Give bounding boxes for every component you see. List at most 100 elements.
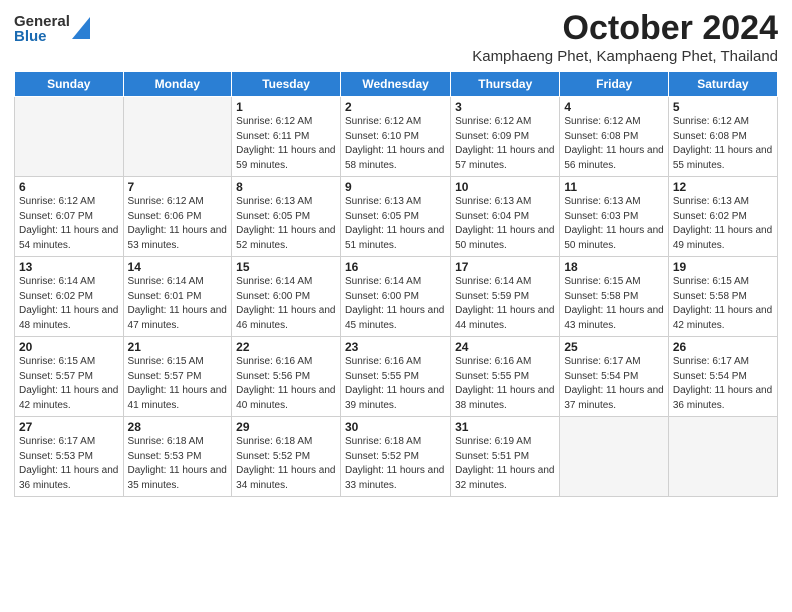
calendar-cell: 26Sunrise: 6:17 AMSunset: 5:54 PMDayligh… <box>668 337 777 417</box>
calendar-cell: 28Sunrise: 6:18 AMSunset: 5:53 PMDayligh… <box>123 417 232 497</box>
calendar-cell: 3Sunrise: 6:12 AMSunset: 6:09 PMDaylight… <box>451 97 560 177</box>
day-info: Sunrise: 6:15 AMSunset: 5:57 PMDaylight:… <box>19 355 119 413</box>
calendar-week-row-3: 13Sunrise: 6:14 AMSunset: 6:02 PMDayligh… <box>15 257 778 337</box>
col-monday: Monday <box>123 72 232 97</box>
day-info: Sunrise: 6:13 AMSunset: 6:02 PMDaylight:… <box>673 195 773 253</box>
calendar-cell: 24Sunrise: 6:16 AMSunset: 5:55 PMDayligh… <box>451 337 560 417</box>
day-info: Sunrise: 6:12 AMSunset: 6:11 PMDaylight:… <box>236 115 336 173</box>
col-tuesday: Tuesday <box>232 72 341 97</box>
calendar-cell: 22Sunrise: 6:16 AMSunset: 5:56 PMDayligh… <box>232 337 341 417</box>
day-number: 19 <box>673 260 773 274</box>
day-number: 16 <box>345 260 446 274</box>
day-info: Sunrise: 6:12 AMSunset: 6:08 PMDaylight:… <box>673 115 773 173</box>
logo-general: General <box>14 14 70 29</box>
calendar-cell: 7Sunrise: 6:12 AMSunset: 6:06 PMDaylight… <box>123 177 232 257</box>
day-number: 2 <box>345 100 446 114</box>
day-number: 5 <box>673 100 773 114</box>
day-number: 7 <box>128 180 228 194</box>
calendar-cell: 5Sunrise: 6:12 AMSunset: 6:08 PMDaylight… <box>668 97 777 177</box>
calendar-cell: 31Sunrise: 6:19 AMSunset: 5:51 PMDayligh… <box>451 417 560 497</box>
calendar-cell: 12Sunrise: 6:13 AMSunset: 6:02 PMDayligh… <box>668 177 777 257</box>
day-info: Sunrise: 6:18 AMSunset: 5:53 PMDaylight:… <box>128 435 228 493</box>
calendar-cell: 27Sunrise: 6:17 AMSunset: 5:53 PMDayligh… <box>15 417 124 497</box>
day-info: Sunrise: 6:14 AMSunset: 6:00 PMDaylight:… <box>236 275 336 333</box>
calendar-cell: 18Sunrise: 6:15 AMSunset: 5:58 PMDayligh… <box>560 257 668 337</box>
calendar-cell <box>560 417 668 497</box>
day-number: 15 <box>236 260 336 274</box>
day-info: Sunrise: 6:19 AMSunset: 5:51 PMDaylight:… <box>455 435 555 493</box>
col-thursday: Thursday <box>451 72 560 97</box>
calendar-cell: 14Sunrise: 6:14 AMSunset: 6:01 PMDayligh… <box>123 257 232 337</box>
calendar-cell: 1Sunrise: 6:12 AMSunset: 6:11 PMDaylight… <box>232 97 341 177</box>
day-info: Sunrise: 6:16 AMSunset: 5:55 PMDaylight:… <box>345 355 446 413</box>
day-number: 27 <box>19 420 119 434</box>
day-info: Sunrise: 6:14 AMSunset: 5:59 PMDaylight:… <box>455 275 555 333</box>
day-info: Sunrise: 6:14 AMSunset: 6:01 PMDaylight:… <box>128 275 228 333</box>
day-info: Sunrise: 6:15 AMSunset: 5:58 PMDaylight:… <box>564 275 663 333</box>
calendar-week-row-2: 6Sunrise: 6:12 AMSunset: 6:07 PMDaylight… <box>15 177 778 257</box>
day-info: Sunrise: 6:17 AMSunset: 5:53 PMDaylight:… <box>19 435 119 493</box>
day-number: 8 <box>236 180 336 194</box>
day-info: Sunrise: 6:12 AMSunset: 6:06 PMDaylight:… <box>128 195 228 253</box>
calendar-cell: 6Sunrise: 6:12 AMSunset: 6:07 PMDaylight… <box>15 177 124 257</box>
day-number: 20 <box>19 340 119 354</box>
day-info: Sunrise: 6:14 AMSunset: 6:02 PMDaylight:… <box>19 275 119 333</box>
day-info: Sunrise: 6:12 AMSunset: 6:10 PMDaylight:… <box>345 115 446 173</box>
day-number: 21 <box>128 340 228 354</box>
calendar-cell: 29Sunrise: 6:18 AMSunset: 5:52 PMDayligh… <box>232 417 341 497</box>
day-number: 22 <box>236 340 336 354</box>
day-info: Sunrise: 6:13 AMSunset: 6:04 PMDaylight:… <box>455 195 555 253</box>
calendar-cell: 10Sunrise: 6:13 AMSunset: 6:04 PMDayligh… <box>451 177 560 257</box>
calendar-cell: 4Sunrise: 6:12 AMSunset: 6:08 PMDaylight… <box>560 97 668 177</box>
col-sunday: Sunday <box>15 72 124 97</box>
day-number: 24 <box>455 340 555 354</box>
calendar-week-row-4: 20Sunrise: 6:15 AMSunset: 5:57 PMDayligh… <box>15 337 778 417</box>
month-title: October 2024 <box>472 10 778 47</box>
subtitle: Kamphaeng Phet, Kamphaeng Phet, Thailand <box>472 48 778 65</box>
logo-icon <box>72 17 90 39</box>
header: General Blue October 2024 Kamphaeng Phet… <box>14 10 778 65</box>
calendar-cell: 21Sunrise: 6:15 AMSunset: 5:57 PMDayligh… <box>123 337 232 417</box>
calendar-cell <box>123 97 232 177</box>
calendar-cell: 13Sunrise: 6:14 AMSunset: 6:02 PMDayligh… <box>15 257 124 337</box>
calendar-cell: 15Sunrise: 6:14 AMSunset: 6:00 PMDayligh… <box>232 257 341 337</box>
day-info: Sunrise: 6:12 AMSunset: 6:07 PMDaylight:… <box>19 195 119 253</box>
day-number: 26 <box>673 340 773 354</box>
day-number: 17 <box>455 260 555 274</box>
calendar-cell: 16Sunrise: 6:14 AMSunset: 6:00 PMDayligh… <box>341 257 451 337</box>
calendar-cell <box>15 97 124 177</box>
day-number: 14 <box>128 260 228 274</box>
calendar-cell: 23Sunrise: 6:16 AMSunset: 5:55 PMDayligh… <box>341 337 451 417</box>
logo-blue: Blue <box>14 29 70 44</box>
day-info: Sunrise: 6:13 AMSunset: 6:05 PMDaylight:… <box>236 195 336 253</box>
day-info: Sunrise: 6:12 AMSunset: 6:09 PMDaylight:… <box>455 115 555 173</box>
logo: General Blue <box>14 14 90 44</box>
day-info: Sunrise: 6:17 AMSunset: 5:54 PMDaylight:… <box>564 355 663 413</box>
day-number: 23 <box>345 340 446 354</box>
calendar-table: Sunday Monday Tuesday Wednesday Thursday… <box>14 71 778 497</box>
day-number: 11 <box>564 180 663 194</box>
day-info: Sunrise: 6:12 AMSunset: 6:08 PMDaylight:… <box>564 115 663 173</box>
day-info: Sunrise: 6:14 AMSunset: 6:00 PMDaylight:… <box>345 275 446 333</box>
day-number: 3 <box>455 100 555 114</box>
col-friday: Friday <box>560 72 668 97</box>
calendar-cell: 19Sunrise: 6:15 AMSunset: 5:58 PMDayligh… <box>668 257 777 337</box>
day-info: Sunrise: 6:13 AMSunset: 6:05 PMDaylight:… <box>345 195 446 253</box>
day-number: 28 <box>128 420 228 434</box>
day-number: 29 <box>236 420 336 434</box>
day-info: Sunrise: 6:13 AMSunset: 6:03 PMDaylight:… <box>564 195 663 253</box>
calendar-cell: 30Sunrise: 6:18 AMSunset: 5:52 PMDayligh… <box>341 417 451 497</box>
day-info: Sunrise: 6:15 AMSunset: 5:58 PMDaylight:… <box>673 275 773 333</box>
calendar-header-row: Sunday Monday Tuesday Wednesday Thursday… <box>15 72 778 97</box>
calendar-week-row-5: 27Sunrise: 6:17 AMSunset: 5:53 PMDayligh… <box>15 417 778 497</box>
calendar-cell <box>668 417 777 497</box>
day-number: 9 <box>345 180 446 194</box>
calendar-cell: 25Sunrise: 6:17 AMSunset: 5:54 PMDayligh… <box>560 337 668 417</box>
page: General Blue October 2024 Kamphaeng Phet… <box>0 0 792 612</box>
day-number: 25 <box>564 340 663 354</box>
logo-text: General Blue <box>14 14 70 44</box>
day-number: 18 <box>564 260 663 274</box>
title-block: October 2024 Kamphaeng Phet, Kamphaeng P… <box>472 10 778 65</box>
day-number: 1 <box>236 100 336 114</box>
day-info: Sunrise: 6:18 AMSunset: 5:52 PMDaylight:… <box>236 435 336 493</box>
